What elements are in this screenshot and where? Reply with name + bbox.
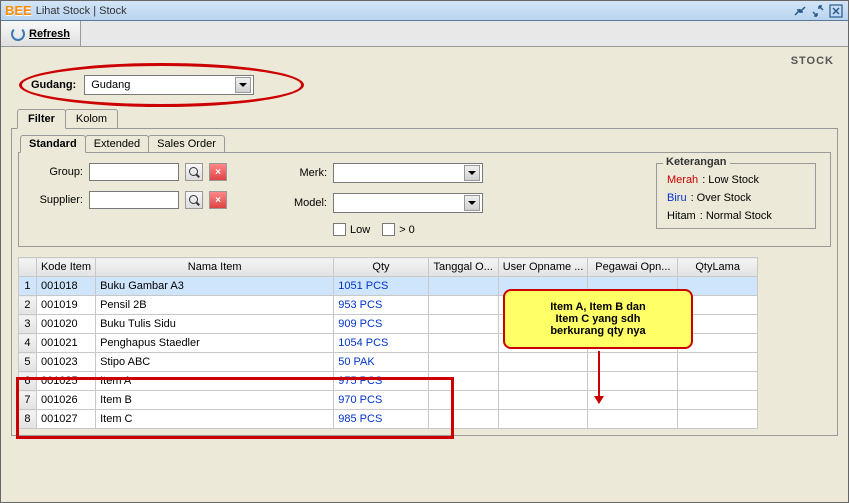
minimize-icon[interactable] xyxy=(792,3,808,19)
group-clear-button[interactable]: × xyxy=(209,163,227,181)
keterangan-title: Keterangan xyxy=(663,156,730,168)
window-title: Lihat Stock | Stock xyxy=(36,5,127,17)
search-icon xyxy=(189,167,199,177)
toolbar: Refresh xyxy=(1,21,848,47)
subtab-extended[interactable]: Extended xyxy=(85,135,149,152)
group-label: Group: xyxy=(33,166,83,178)
clear-icon: × xyxy=(215,167,221,178)
subtab-sales-order[interactable]: Sales Order xyxy=(148,135,225,152)
refresh-icon xyxy=(11,27,25,41)
supplier-label: Supplier: xyxy=(33,194,83,206)
group-input[interactable] xyxy=(89,163,179,181)
merk-label: Merk: xyxy=(287,167,327,179)
col-tanggal[interactable]: Tanggal O... xyxy=(428,258,498,277)
model-label: Model: xyxy=(287,197,327,209)
legend-biru: Biru xyxy=(667,192,687,204)
col-user[interactable]: User Opname ... xyxy=(498,258,588,277)
supplier-input[interactable] xyxy=(89,191,179,209)
col-nama[interactable]: Nama Item xyxy=(96,258,334,277)
refresh-button[interactable]: Refresh xyxy=(1,21,81,46)
chevron-down-icon xyxy=(464,165,480,181)
chevron-down-icon xyxy=(464,195,480,211)
chevron-down-icon xyxy=(235,77,251,93)
subtab-standard[interactable]: Standard xyxy=(20,135,86,153)
page-title: STOCK xyxy=(791,55,834,67)
table-row[interactable]: 8001027Item C985 PCS xyxy=(19,410,758,429)
annotation-callout: Item A, Item B dan Item C yang sdh berku… xyxy=(503,289,693,349)
maximize-icon[interactable] xyxy=(810,3,826,19)
keterangan-box: Keterangan Merah: Low Stock Biru: Over S… xyxy=(656,163,816,229)
close-icon[interactable] xyxy=(828,3,844,19)
col-index[interactable] xyxy=(19,258,37,277)
supplier-clear-button[interactable]: × xyxy=(209,191,227,209)
table-row[interactable]: 6001025Item A975 PCS xyxy=(19,372,758,391)
app-logo: BEE xyxy=(5,3,32,18)
tab-kolom[interactable]: Kolom xyxy=(65,109,118,128)
low-checkbox[interactable] xyxy=(333,223,346,236)
group-search-button[interactable] xyxy=(185,163,203,181)
table-row[interactable]: 7001026Item B970 PCS xyxy=(19,391,758,410)
gudang-value: Gudang xyxy=(91,79,130,91)
gt0-label: > 0 xyxy=(399,224,415,236)
gudang-dropdown[interactable]: Gudang xyxy=(84,75,254,95)
col-pegawai[interactable]: Pegawai Opn... xyxy=(588,258,678,277)
annotation-arrow xyxy=(598,351,600,403)
col-qtylama[interactable]: QtyLama xyxy=(678,258,758,277)
low-label: Low xyxy=(350,224,370,236)
legend-hitam: Hitam xyxy=(667,210,696,222)
col-kode[interactable]: Kode Item xyxy=(36,258,95,277)
legend-merah: Merah xyxy=(667,174,698,186)
gudang-label: Gudang: xyxy=(31,79,76,91)
refresh-label: Refresh xyxy=(29,28,70,40)
merk-dropdown[interactable] xyxy=(333,163,483,183)
table-row[interactable]: 5001023Stipo ABC50 PAK xyxy=(19,353,758,372)
tab-filter[interactable]: Filter xyxy=(17,109,66,129)
window-titlebar: BEE Lihat Stock | Stock xyxy=(1,1,848,21)
search-icon xyxy=(189,195,199,205)
supplier-search-button[interactable] xyxy=(185,191,203,209)
gt0-checkbox[interactable] xyxy=(382,223,395,236)
col-qty[interactable]: Qty xyxy=(334,258,428,277)
model-dropdown[interactable] xyxy=(333,193,483,213)
clear-icon: × xyxy=(215,195,221,206)
